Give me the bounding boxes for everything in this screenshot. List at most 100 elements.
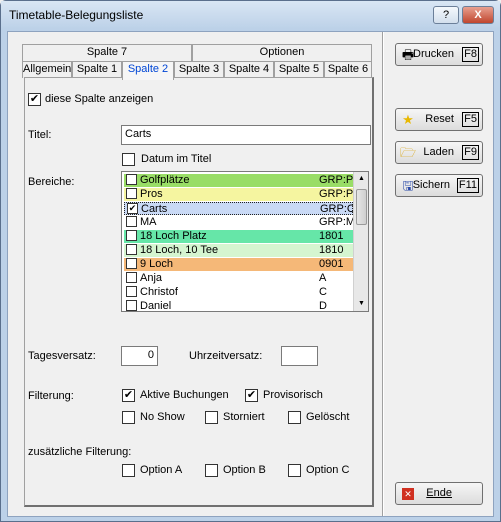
- filter-deleted-label: Gelöscht: [306, 411, 350, 423]
- save-button[interactable]: 🖫 Sichern F11: [395, 174, 483, 197]
- area-checkbox[interactable]: [126, 174, 137, 185]
- load-button[interactable]: 🗁 Laden F9: [395, 141, 483, 164]
- area-checkbox[interactable]: ✔: [127, 203, 138, 214]
- area-checkbox[interactable]: [126, 216, 137, 227]
- close-icon: ✕: [402, 488, 414, 500]
- print-button-label: Drucken: [413, 48, 454, 60]
- area-name: Pros: [140, 188, 163, 200]
- area-checkbox[interactable]: [126, 258, 137, 269]
- filter-deleted-checkbox[interactable]: [288, 411, 301, 424]
- tab-spalte-2[interactable]: Spalte 2: [122, 61, 174, 80]
- area-code: 0901: [319, 258, 344, 270]
- help-button[interactable]: ?: [433, 6, 459, 24]
- option-a-checkbox[interactable]: [122, 464, 135, 477]
- print-button[interactable]: 🖶 Drucken F8: [395, 43, 483, 66]
- area-name: MA: [140, 216, 157, 228]
- area-code: C: [319, 286, 327, 298]
- areas-listbox[interactable]: GolfplätzeGRP:PlProsGRP:Pr✔CartsGRP:CaMA…: [121, 171, 369, 312]
- area-checkbox[interactable]: [126, 230, 137, 241]
- area-code: A: [319, 272, 327, 284]
- option-a-label: Option A: [140, 464, 183, 476]
- filter-provisional-label: Provisorisch: [263, 389, 323, 401]
- area-list-item[interactable]: Daniel D: [124, 300, 353, 311]
- tab-spalte-4[interactable]: Spalte 4: [224, 61, 274, 78]
- area-name: Carts: [141, 203, 168, 215]
- reset-shortcut-key: F5: [462, 112, 479, 127]
- area-list-item[interactable]: MA GRP:MA: [124, 216, 353, 229]
- reset-button-label: Reset: [425, 113, 454, 125]
- reset-button[interactable]: ★ Reset F5: [395, 108, 483, 131]
- day-offset-input[interactable]: 0: [121, 346, 158, 366]
- area-list-item[interactable]: Pros GRP:Pr: [124, 188, 353, 201]
- show-column-checkbox[interactable]: [28, 93, 41, 106]
- star-icon: ★: [402, 112, 414, 127]
- area-list-item[interactable]: ✔Carts GRP:Ca: [124, 202, 354, 215]
- area-checkbox[interactable]: [126, 286, 137, 297]
- area-checkbox[interactable]: [126, 272, 137, 283]
- area-checkbox[interactable]: [126, 188, 137, 199]
- filter-label: Filterung:: [28, 390, 74, 402]
- area-checkbox[interactable]: [126, 244, 137, 255]
- tab-spalte-5[interactable]: Spalte 5: [274, 61, 324, 78]
- title-bar[interactable]: Timetable-Belegungsliste ? X: [1, 1, 500, 29]
- close-button[interactable]: X: [462, 6, 494, 24]
- filter-provisional-checkbox[interactable]: [245, 389, 258, 402]
- filter-noshow-checkbox[interactable]: [122, 411, 135, 424]
- areas-scrollbar[interactable]: ▲ ▼: [353, 172, 368, 311]
- filter-active-checkbox[interactable]: [122, 389, 135, 402]
- save-button-label: Sichern: [412, 179, 450, 191]
- area-list-item[interactable]: 18 Loch, 10 Tee 1810: [124, 244, 353, 257]
- tab-panel: diese Spalte anzeigen Titel: Carts Datum…: [24, 77, 374, 507]
- filter-cancelled-label: Storniert: [223, 411, 265, 423]
- option-c-label: Option C: [306, 464, 350, 476]
- window-title: Timetable-Belegungsliste: [9, 8, 144, 22]
- area-name: Golfplätze: [140, 174, 190, 186]
- time-offset-input[interactable]: [281, 346, 318, 366]
- area-checkbox[interactable]: [126, 300, 137, 311]
- area-code: 1810: [319, 244, 344, 256]
- end-button-label: Ende: [426, 487, 452, 499]
- area-name: 18 Loch Platz: [140, 230, 207, 242]
- area-name: 9 Loch: [140, 258, 174, 270]
- end-button[interactable]: ✕ Ende: [395, 482, 483, 505]
- vertical-separator: [382, 32, 384, 516]
- scroll-up-icon[interactable]: ▲: [354, 172, 368, 186]
- filter-noshow-label: No Show: [140, 411, 185, 423]
- area-code: GRP:Ca: [320, 203, 354, 215]
- areas-label: Bereiche:: [28, 176, 75, 188]
- area-list-item[interactable]: Anja A: [124, 272, 353, 285]
- filter-active-label: Aktive Buchungen: [140, 389, 229, 401]
- area-name: Christof: [140, 286, 178, 298]
- area-list-item[interactable]: Golfplätze GRP:Pl: [124, 174, 353, 187]
- print-shortcut-key: F8: [462, 47, 479, 62]
- tab-allgemein[interactable]: Allgemein: [22, 61, 72, 78]
- scroll-down-icon[interactable]: ▼: [354, 297, 368, 311]
- day-offset-label: Tagesversatz:: [28, 350, 96, 362]
- date-in-title-checkbox[interactable]: [122, 153, 135, 166]
- tab-spalte-6[interactable]: Spalte 6: [324, 61, 372, 78]
- time-offset-label: Uhrzeitversatz:: [189, 350, 263, 362]
- folder-icon: 🗁: [400, 145, 417, 160]
- tab-optionen[interactable]: Optionen: [192, 44, 372, 61]
- area-list-item[interactable]: 9 Loch 0901: [124, 258, 353, 271]
- load-button-label: Laden: [423, 146, 454, 158]
- option-b-label: Option B: [223, 464, 266, 476]
- area-list-item[interactable]: 18 Loch Platz 1801: [124, 230, 353, 243]
- extra-filter-label: zusätzliche Filterung:: [28, 446, 132, 458]
- area-code: 1801: [319, 230, 344, 242]
- load-shortcut-key: F9: [462, 145, 479, 160]
- save-shortcut-key: F11: [456, 178, 479, 193]
- show-column-label: diese Spalte anzeigen: [45, 93, 154, 105]
- tab-spalte-3[interactable]: Spalte 3: [174, 61, 224, 78]
- option-c-checkbox[interactable]: [288, 464, 301, 477]
- area-code: GRP:Pr: [319, 188, 353, 200]
- tab-spalte-1[interactable]: Spalte 1: [72, 61, 122, 78]
- tab-spalte-7[interactable]: Spalte 7: [22, 44, 192, 61]
- title-input[interactable]: Carts: [121, 125, 371, 145]
- filter-cancelled-checkbox[interactable]: [205, 411, 218, 424]
- title-label: Titel:: [28, 129, 52, 141]
- scroll-thumb[interactable]: [356, 189, 367, 225]
- area-list-item[interactable]: Christof C: [124, 286, 353, 299]
- option-b-checkbox[interactable]: [205, 464, 218, 477]
- area-code: GRP:Pl: [319, 174, 353, 186]
